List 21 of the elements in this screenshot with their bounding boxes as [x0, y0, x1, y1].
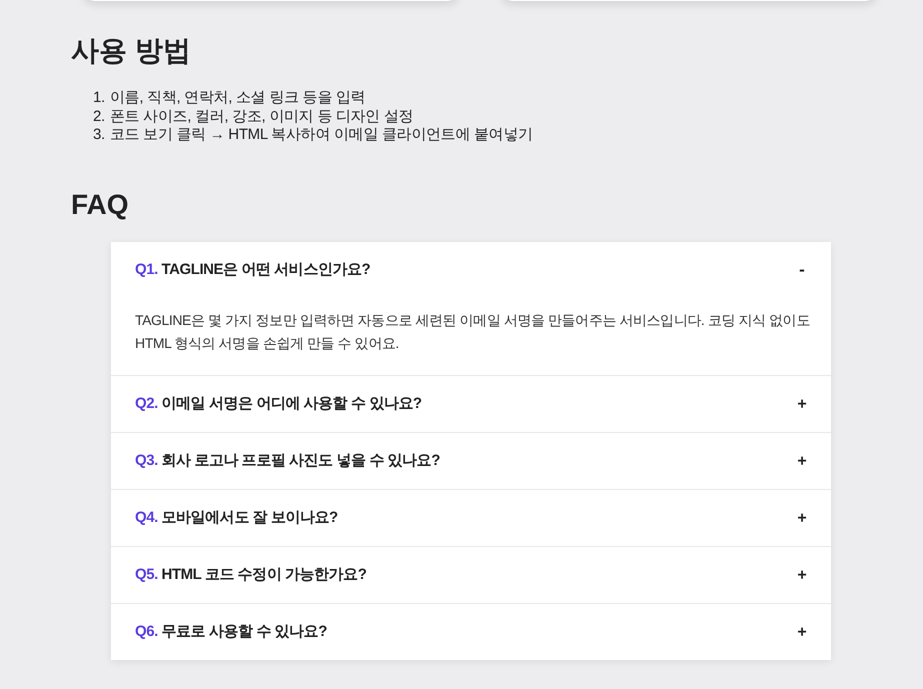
faq-question[interactable]: Q1. TAGLINE은 어떤 서비스인가요?: [135, 260, 370, 280]
step-text: 이름, 직책, 연락처, 소셜 링크 등을 입력: [110, 89, 366, 108]
step-number: 2.: [93, 108, 105, 126]
step-number: 1.: [93, 89, 105, 108]
faq-question[interactable]: Q6. 무료로 사용할 수 있나요?: [135, 622, 327, 642]
step-text: 코드 보기 클릭 → HTML 복사하여 이메일 클라이언트에 붙여넣기: [110, 126, 533, 144]
expand-toggle[interactable]: +: [795, 506, 809, 528]
faq-question[interactable]: Q5. HTML 코드 수정이 가능한가요?: [135, 564, 366, 584]
expand-toggle[interactable]: +: [795, 564, 809, 586]
expand-toggle[interactable]: +: [795, 392, 809, 414]
expand-toggle[interactable]: +: [795, 620, 809, 642]
faq-question[interactable]: Q2. 이메일 서명은 어디에 사용할 수 있나요?: [135, 394, 422, 414]
faq-question[interactable]: Q3. 회사 로고나 프로필 사진도 넣을 수 있나요?: [135, 450, 440, 470]
faq-answer: TAGLINE은 몇 가지 정보만 입력하면 자동으로 세련된 이메일 서명을 만들어주는 서비스입니다. 코딩 지식 없이도 HTML 형식의 서명을 손쉽게 만들 수 있어요.: [134, 310, 811, 352]
step-text: 폰트 사이즈, 컬러, 강조, 이미지 등 디자인 설정: [110, 108, 414, 126]
step-number: 3.: [93, 126, 105, 144]
section-heading: 사용 방법: [71, 34, 191, 68]
faq-question[interactable]: Q4. 모바일에서도 잘 보이나요?: [135, 508, 338, 528]
section-heading: FAQ: [71, 188, 129, 222]
expand-toggle[interactable]: -: [795, 258, 809, 280]
expand-toggle[interactable]: +: [795, 450, 809, 472]
